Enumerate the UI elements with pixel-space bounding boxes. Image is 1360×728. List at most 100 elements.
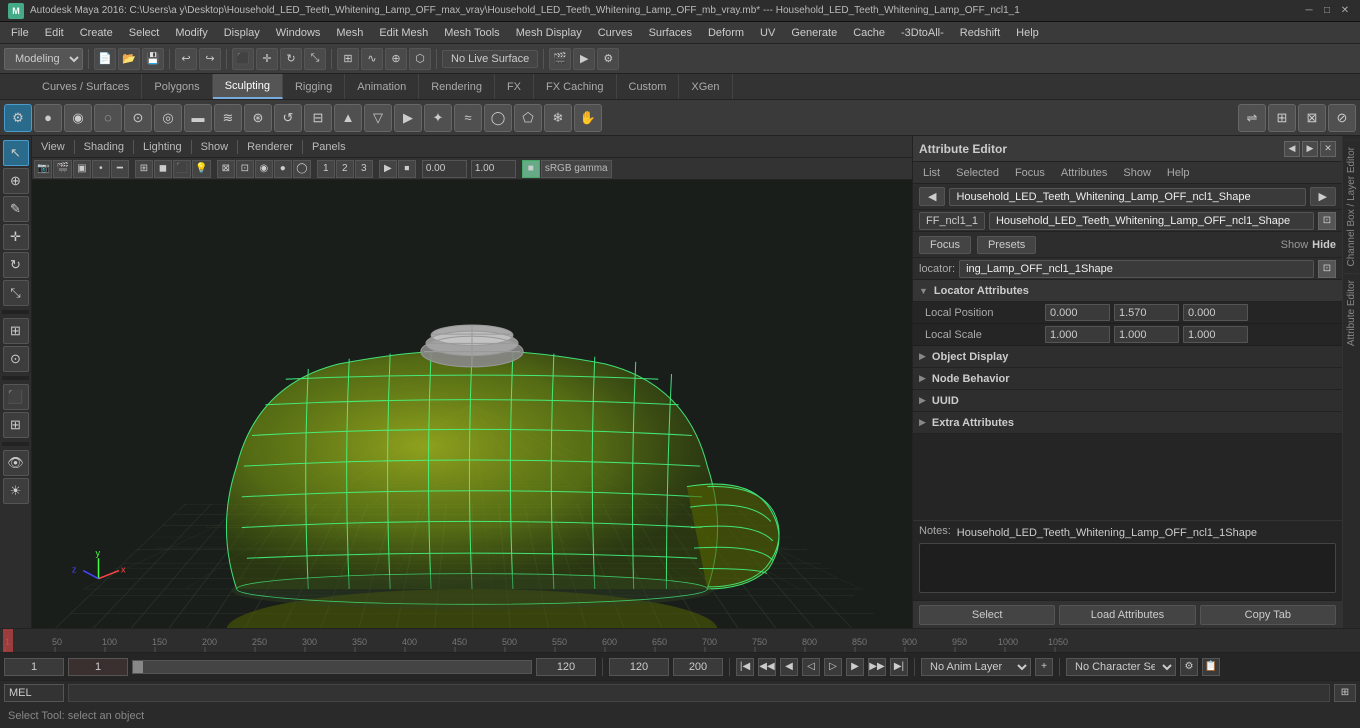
isolate-btn[interactable]: ☀	[3, 478, 29, 504]
anim-layer-icon[interactable]: +	[1035, 658, 1053, 676]
lighting-btn[interactable]: 💡	[192, 160, 210, 178]
prev-step-btn[interactable]: ◀	[780, 658, 798, 676]
show-link[interactable]: Show	[1281, 239, 1309, 251]
sculpt-settings-icon[interactable]: ⚙	[4, 104, 32, 132]
menu-item-redshift[interactable]: Redshift	[953, 25, 1007, 41]
shaded-btn[interactable]: ◼	[154, 160, 172, 178]
copy-tab-btn[interactable]: Copy Tab	[1200, 605, 1336, 625]
rotate-tool-btn[interactable]: ↻	[3, 252, 29, 278]
attr-nav-focus[interactable]: Focus	[1011, 165, 1049, 181]
open-file-btn[interactable]: 📂	[118, 48, 140, 70]
local-scale-y[interactable]	[1114, 326, 1179, 343]
attr-nav-selected[interactable]: Selected	[952, 165, 1003, 181]
maximize-button[interactable]: □	[1320, 4, 1334, 18]
snap-grid-btn[interactable]: ⊞	[337, 48, 359, 70]
char-set-select[interactable]: No Character Set	[1066, 658, 1176, 676]
edge-icon[interactable]: ━	[111, 160, 129, 178]
playblast-btn[interactable]: ▶	[379, 160, 397, 178]
char-set-icon[interactable]: ⚙	[1180, 658, 1198, 676]
camera-btn[interactable]: ⬛	[3, 384, 29, 410]
sculpt-relax-icon[interactable]: ⊙	[124, 104, 152, 132]
char-set-icon2[interactable]: 📋	[1202, 658, 1220, 676]
attr-nav-show[interactable]: Show	[1119, 165, 1155, 181]
tab-fx[interactable]: FX	[495, 74, 534, 99]
playblast-btn2[interactable]: ⏹	[398, 160, 416, 178]
notes-textarea[interactable]	[919, 543, 1336, 593]
workspace-selector[interactable]: Modeling	[4, 48, 83, 70]
prev-frame-btn[interactable]: ◀◀	[758, 658, 776, 676]
go-start-btn[interactable]: |◀	[736, 658, 754, 676]
attr-prev-node-btn[interactable]: ◀	[919, 187, 945, 206]
view-menu[interactable]: View	[36, 139, 70, 155]
resolution-btn1[interactable]: 1	[317, 160, 335, 178]
attr-nav-attributes[interactable]: Attributes	[1057, 165, 1111, 181]
playback-end-input[interactable]	[609, 658, 669, 676]
hide-link[interactable]: Hide	[1312, 239, 1336, 251]
play-back-btn[interactable]: ◁	[802, 658, 820, 676]
load-attributes-btn[interactable]: Load Attributes	[1059, 605, 1195, 625]
sculpt-imprint-icon[interactable]: ⊟	[304, 104, 332, 132]
tab-curves-surfaces[interactable]: Curves / Surfaces	[30, 74, 142, 99]
resolution-btn3[interactable]: 3	[355, 160, 373, 178]
frame-start-input[interactable]	[4, 658, 64, 676]
vertex-icon[interactable]: •	[92, 160, 110, 178]
menu-item-windows[interactable]: Windows	[269, 25, 328, 41]
sculpt-pinch-icon[interactable]: ◎	[154, 104, 182, 132]
tab-xgen[interactable]: XGen	[679, 74, 732, 99]
zoom-input[interactable]	[471, 160, 516, 178]
tab-rendering[interactable]: Rendering	[419, 74, 495, 99]
menu-item-curves[interactable]: Curves	[591, 25, 640, 41]
focal-length-input[interactable]	[422, 160, 467, 178]
locator-expand-btn[interactable]: ⊡	[1318, 260, 1336, 278]
snap-surface-btn[interactable]: ⬡	[409, 48, 431, 70]
timeline-ruler[interactable]: 1 50 100 150 200 250 300 350 400 450 500…	[0, 629, 1360, 652]
display-btn1[interactable]: ⊠	[217, 160, 235, 178]
node-behavior-section[interactable]: ▶ Node Behavior	[913, 368, 1342, 390]
tab-custom[interactable]: Custom	[617, 74, 680, 99]
menu-item-mesh[interactable]: Mesh	[329, 25, 370, 41]
uuid-section[interactable]: ▶ UUID	[913, 390, 1342, 412]
sculpt-push-icon[interactable]: ●	[34, 104, 62, 132]
sculpt-fill-icon[interactable]: ▶	[394, 104, 422, 132]
viewport-canvas[interactable]: x y z persp	[32, 180, 912, 628]
sculpt-repeat-icon[interactable]: ↺	[274, 104, 302, 132]
attr-back-btn[interactable]: ◀	[1284, 141, 1300, 157]
paint-select-btn[interactable]: ⊕	[3, 168, 29, 194]
minimize-button[interactable]: ─	[1302, 4, 1316, 18]
menu-item-generate[interactable]: Generate	[784, 25, 844, 41]
menu-item-deform[interactable]: Deform	[701, 25, 751, 41]
display-btn4[interactable]: ●	[274, 160, 292, 178]
snap-point-btn[interactable]: ⊕	[385, 48, 407, 70]
sculpt-mesh-icon[interactable]: ⊠	[1298, 104, 1326, 132]
panels-menu[interactable]: Panels	[307, 139, 351, 155]
resolution-btn2[interactable]: 2	[336, 160, 354, 178]
sculpt-amplify-icon[interactable]: ⬠	[514, 104, 542, 132]
sculpt-bulge-icon[interactable]: ◯	[484, 104, 512, 132]
ipr-btn[interactable]: ▶	[573, 48, 595, 70]
go-end-btn[interactable]: ▶|	[890, 658, 908, 676]
attr-nav-help[interactable]: Help	[1163, 165, 1194, 181]
save-file-btn[interactable]: 💾	[142, 48, 164, 70]
menu-item-modify[interactable]: Modify	[168, 25, 214, 41]
menu-item-edit-mesh[interactable]: Edit Mesh	[372, 25, 435, 41]
camera-icon[interactable]: 📷	[34, 160, 52, 178]
menu-item-help[interactable]: Help	[1009, 25, 1046, 41]
menu-item-cache[interactable]: Cache	[846, 25, 892, 41]
film-icon[interactable]: 🎬	[53, 160, 71, 178]
local-pos-x[interactable]	[1045, 304, 1110, 321]
lighting-menu[interactable]: Lighting	[138, 139, 187, 155]
tab-sculpting[interactable]: Sculpting	[213, 74, 283, 99]
next-step-btn[interactable]: ▶	[846, 658, 864, 676]
local-scale-z[interactable]	[1183, 326, 1248, 343]
display-btn5[interactable]: ◯	[293, 160, 311, 178]
snap-curve-btn[interactable]: ∿	[361, 48, 383, 70]
attr-focus-btn[interactable]: Focus	[919, 236, 971, 254]
textured-btn[interactable]: ⬛	[173, 160, 191, 178]
menu-item--3dtoall-[interactable]: -3DtoAll-	[894, 25, 951, 41]
menu-item-file[interactable]: File	[4, 25, 36, 41]
menu-item-select[interactable]: Select	[122, 25, 167, 41]
scale-btn[interactable]: ⤡	[304, 48, 326, 70]
no-live-surface-btn[interactable]: No Live Surface	[442, 50, 538, 68]
shading-menu[interactable]: Shading	[79, 139, 129, 155]
select-btn[interactable]: ⬛	[232, 48, 254, 70]
